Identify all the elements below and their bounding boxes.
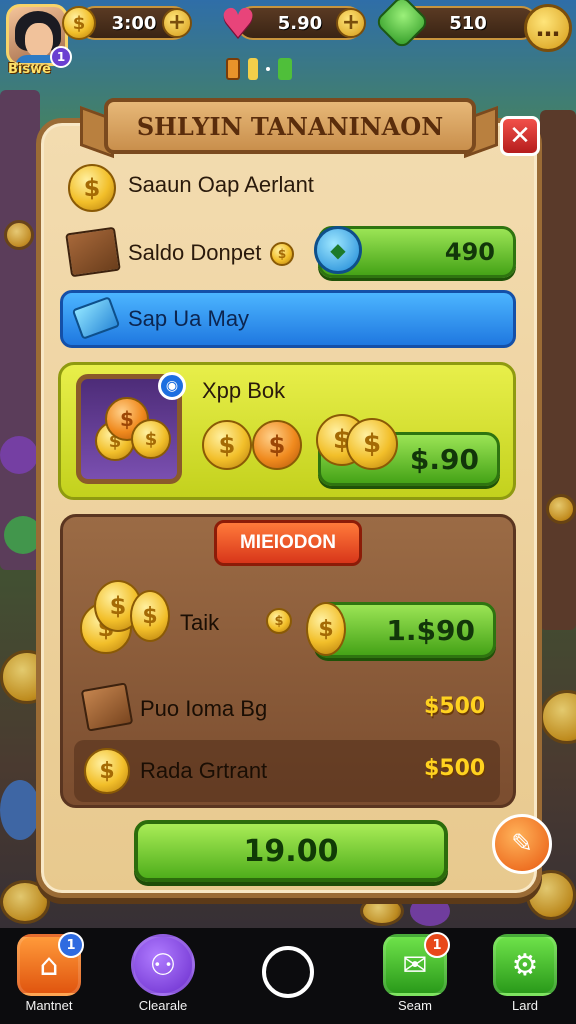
small-coin-icon: $ [266, 608, 292, 634]
buy-button[interactable]: 19.00 [134, 820, 448, 882]
background-coin [540, 690, 576, 744]
player-name: Biswe [8, 62, 51, 77]
nav-label: Seam [398, 998, 432, 1013]
coin-icon: $ [84, 748, 130, 794]
avatar-face [25, 23, 53, 57]
bundle-row-label: Rada Grtrant [140, 758, 268, 783]
status-icons [226, 58, 292, 80]
small-coin-icon: $ [270, 242, 294, 266]
nav-item-settings[interactable]: ⚙ Lard [490, 934, 560, 1013]
offer-label: Xpp Bok [202, 378, 286, 403]
bundle-row-label: Puo Ioma Bg [140, 696, 268, 721]
background-house-left [0, 90, 40, 570]
section-title: MIEIODON [214, 520, 362, 566]
gem-icon: ◆ [314, 226, 362, 274]
coin-icon: $ [130, 590, 170, 642]
add-hearts-button[interactable]: + [336, 8, 366, 38]
nav-label: Lard [511, 998, 539, 1013]
background-house-right [540, 110, 576, 630]
chest-icon [65, 226, 121, 278]
bundle-price[interactable]: $500 [424, 756, 485, 781]
status-icon [226, 58, 240, 80]
coin-icon: $ [306, 602, 346, 656]
info-icon[interactable]: ◉ [158, 372, 186, 400]
home-badge: 1 [58, 932, 84, 958]
background-coin [4, 220, 34, 250]
chest-icon [80, 682, 134, 732]
heart-icon: ♥ [220, 1, 256, 47]
top-hud: 1 Biswe 3:00 $ + 5.90 ♥ + 510 … [0, 0, 576, 90]
coin-counter-value: 3:00 [111, 12, 157, 34]
background-gem [0, 780, 40, 840]
status-icon [278, 58, 292, 80]
close-button[interactable]: ✕ [500, 116, 540, 156]
offer-price: $.90 [409, 442, 479, 476]
edit-icon[interactable]: ✎ [492, 814, 552, 874]
nav-item-home[interactable]: ⌂ 1 Mantnet [14, 932, 84, 1013]
chat-icon: ⚇ [131, 934, 195, 996]
nav-label: Clearale [138, 998, 188, 1013]
background-coin [546, 494, 576, 524]
header-row-label: Saaun Oap Aerlant [128, 172, 314, 197]
coin-icon: $ [346, 418, 398, 470]
blue-row-label: Sap Ua May [128, 306, 250, 331]
add-coins-button[interactable]: + [162, 8, 192, 38]
status-icon [266, 67, 270, 71]
coin-icon: $ [252, 420, 302, 470]
nav-label: Mantnet [25, 998, 73, 1013]
home-circle-button[interactable] [262, 946, 314, 998]
panel-title: SHLYIN TANANINAON [104, 98, 476, 154]
gem-counter-value: 510 [449, 12, 487, 34]
nav-item-chat[interactable]: ⚇ Clearale [128, 934, 198, 1013]
bundle-row-label: Taik [180, 610, 220, 635]
coin-icon: $ [68, 164, 116, 212]
deposit-row-label: Saldo Donpet [128, 240, 262, 265]
deposit-value: 490 [444, 238, 495, 266]
coin-icon: $ [62, 6, 96, 40]
menu-button[interactable]: … [524, 4, 572, 52]
shop-badge: 1 [424, 932, 450, 958]
bundle-price: 1.$90 [386, 613, 475, 647]
bundle-price[interactable]: $500 [424, 694, 485, 719]
coin-icon: $ [131, 419, 171, 459]
nav-item-shop[interactable]: ✉ 1 Seam [380, 932, 450, 1013]
coin-icon: $ [202, 420, 252, 470]
heart-counter-value: 5.90 [277, 12, 323, 34]
background-gem [0, 436, 38, 474]
settings-icon: ⚙ [493, 934, 557, 996]
status-icon [248, 58, 258, 80]
background-coin [360, 896, 404, 926]
background-gem [410, 896, 450, 926]
